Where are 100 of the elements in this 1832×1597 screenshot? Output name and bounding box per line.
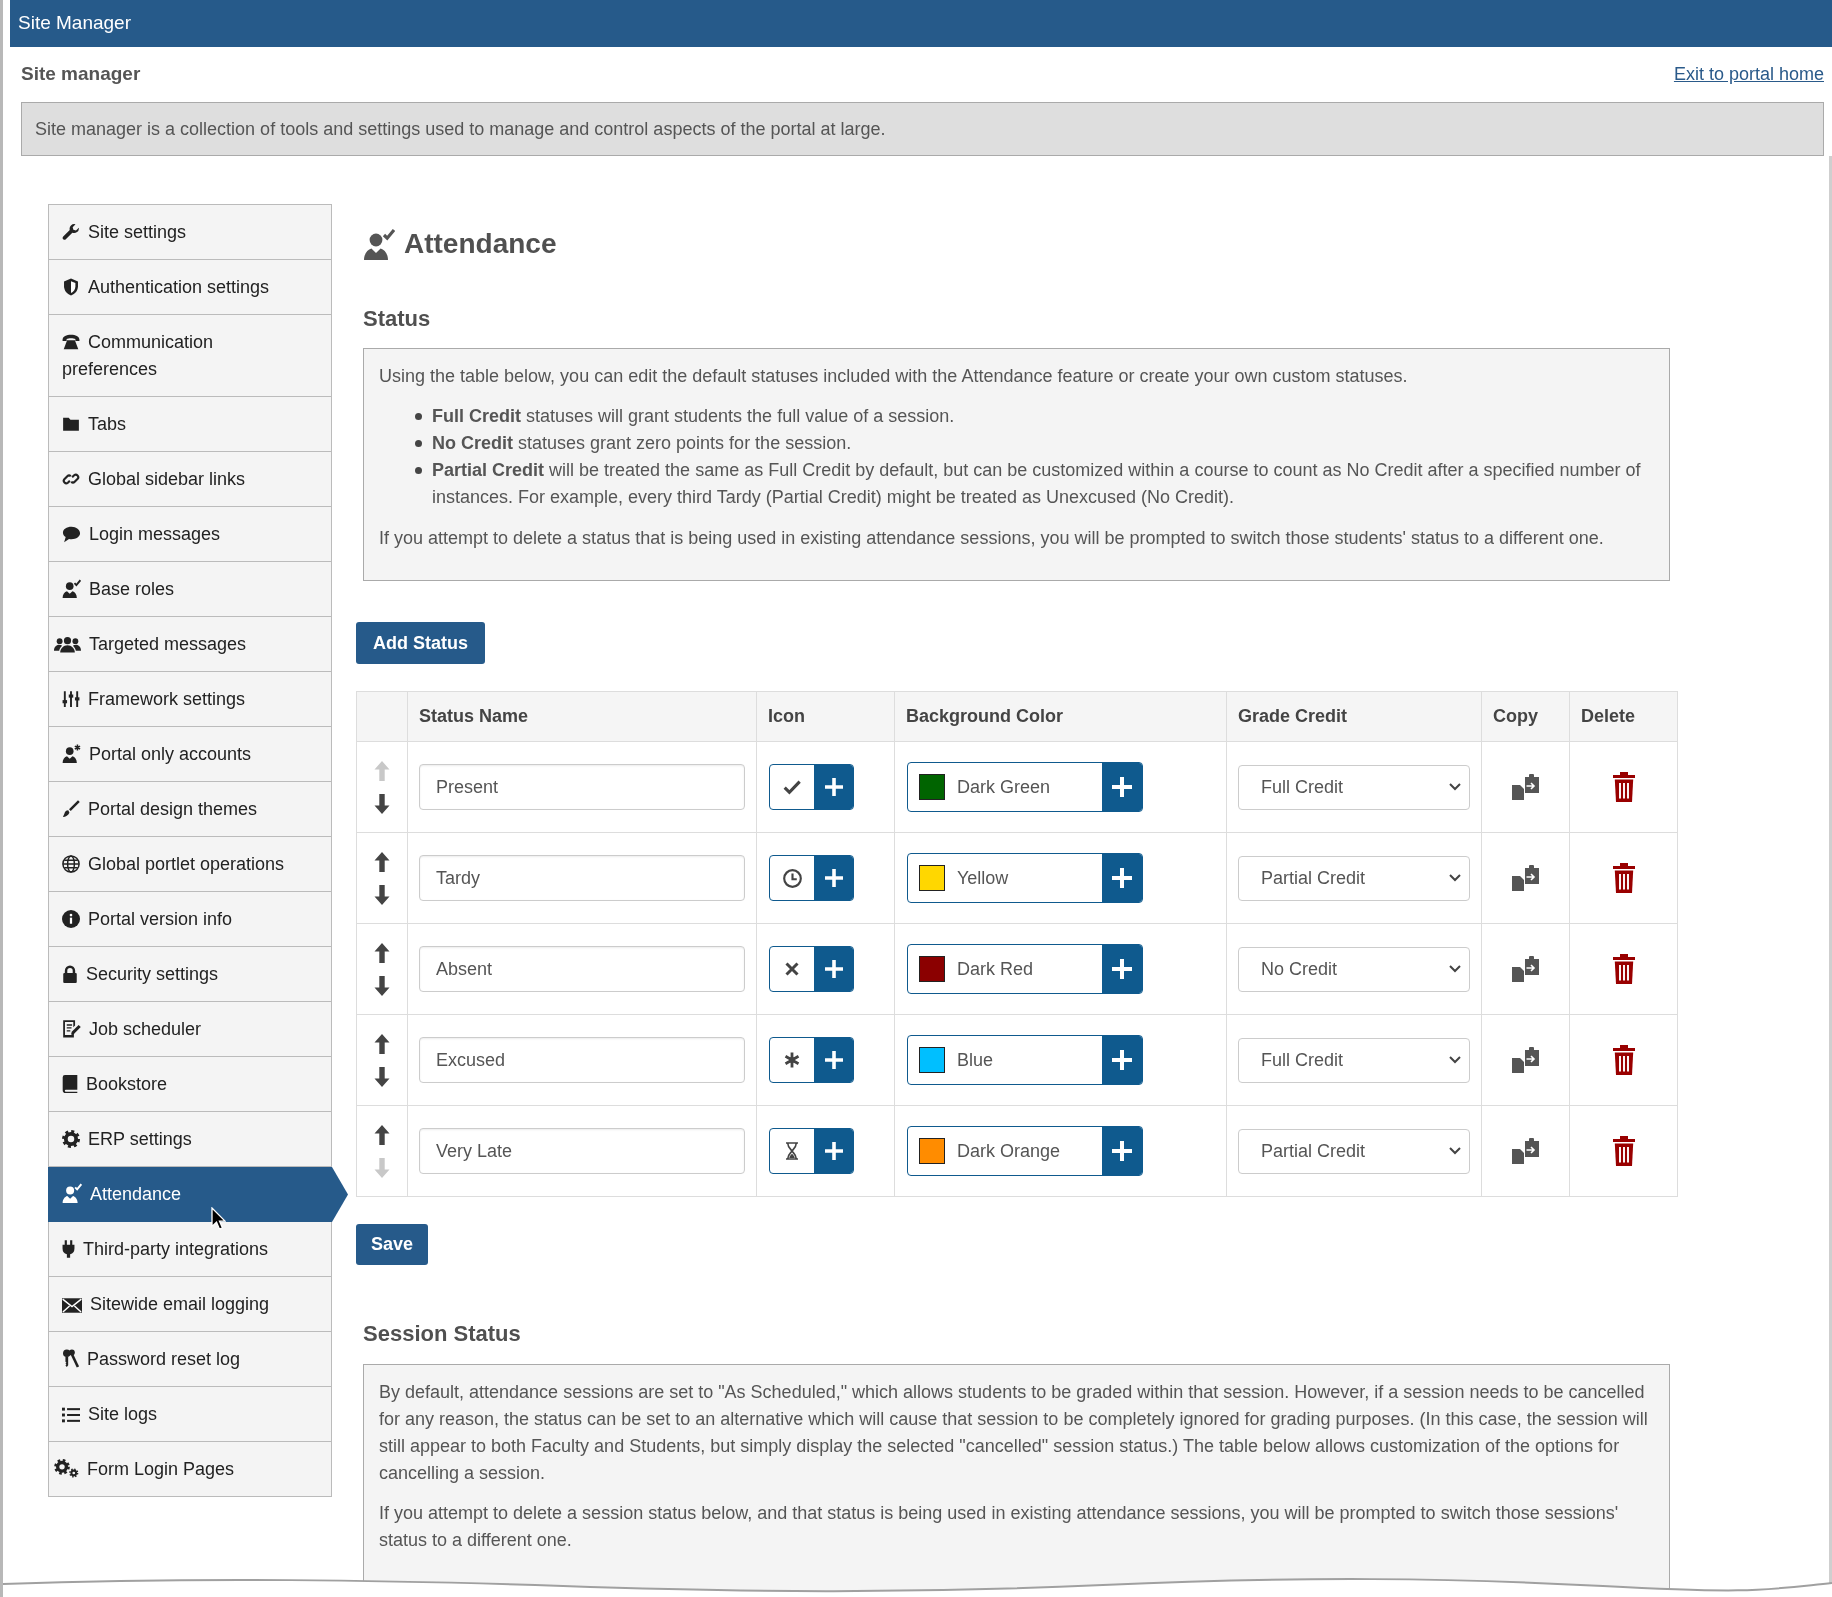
user-check-icon xyxy=(363,228,395,260)
column-header: Grade Credit xyxy=(1226,691,1482,742)
add-icon-button[interactable] xyxy=(814,1129,853,1173)
grade-credit-select[interactable]: Partial Credit xyxy=(1238,855,1470,901)
arrow-down-icon[interactable] xyxy=(374,1066,390,1087)
bullet-text: Partial Credit will be treated the same as Full Credit by default, but can be customized within a course to count as No Credit after a specified number of instances. For example, every third Tardy (Partial Credit) might be treated as Unexcused (No Credit). xyxy=(432,459,1642,509)
arrow-down-icon[interactable] xyxy=(374,884,390,905)
copy-icon[interactable] xyxy=(1512,956,1539,982)
grade-credit-select[interactable]: Partial Credit xyxy=(1238,1128,1470,1174)
sidebar-item[interactable]: Login messages xyxy=(48,507,332,562)
sidebar-item[interactable]: Communication preferences xyxy=(48,315,332,397)
color-name: Blue xyxy=(957,1048,994,1072)
hourglass-icon xyxy=(785,1142,799,1160)
add-color-button[interactable] xyxy=(1102,763,1142,811)
grade-credit-select[interactable]: No Credit xyxy=(1238,946,1470,992)
column-header: Background Color xyxy=(894,691,1227,742)
envelope-icon xyxy=(62,1298,82,1313)
sidebar-item[interactable]: Attendance xyxy=(48,1167,348,1222)
sidebar-item[interactable]: Base roles xyxy=(48,562,332,617)
info-text: If you attempt to delete a status that is being used in existing attendance sessions, you will be prompted to switch those students' status to a different one. xyxy=(379,527,1605,550)
sidebar-item[interactable]: Bookstore xyxy=(48,1057,332,1112)
status-name-input[interactable]: Very Late xyxy=(419,1128,745,1174)
sidebar-item[interactable]: Third-party integrations xyxy=(48,1222,332,1277)
plus-icon xyxy=(1112,959,1132,979)
status-name-input[interactable]: Absent xyxy=(419,946,745,992)
sidebar-item[interactable]: Tabs xyxy=(48,397,332,452)
sidebar-item[interactable]: Site logs xyxy=(48,1387,332,1442)
telephone-icon xyxy=(62,333,80,351)
chevron-down-icon xyxy=(1449,874,1461,882)
grade-credit-select[interactable]: Full Credit xyxy=(1238,764,1470,810)
add-icon-button[interactable] xyxy=(814,765,853,809)
window-title: Site Manager xyxy=(18,11,131,36)
plus-icon xyxy=(824,960,843,978)
user-check-icon xyxy=(62,579,81,598)
trash-icon[interactable] xyxy=(1612,1136,1635,1166)
plug-icon xyxy=(62,1240,75,1258)
copy-icon[interactable] xyxy=(1512,865,1539,891)
user-check-icon xyxy=(62,1183,82,1203)
arrow-up-icon[interactable] xyxy=(374,851,390,872)
sidebar-item[interactable]: Job scheduler xyxy=(48,1002,332,1057)
sidebar-item[interactable]: Global sidebar links xyxy=(48,452,332,507)
sidebar-item[interactable]: Targeted messages xyxy=(48,617,332,672)
plus-icon xyxy=(824,869,843,887)
copy-icon[interactable] xyxy=(1512,1138,1539,1164)
page-title: Site manager xyxy=(21,62,141,87)
sidebar-item[interactable]: Global portlet operations xyxy=(48,837,332,892)
add-color-button[interactable] xyxy=(1102,945,1142,993)
keys-icon xyxy=(62,1349,79,1368)
plus-icon xyxy=(824,1051,843,1069)
chevron-down-icon xyxy=(1449,783,1461,791)
trash-icon[interactable] xyxy=(1612,1045,1635,1075)
color-name: Dark Red xyxy=(957,957,1034,981)
grade-credit-select[interactable]: Full Credit xyxy=(1238,1037,1470,1083)
sidebar-item[interactable]: ERP settings xyxy=(48,1112,332,1167)
sidebar-item[interactable]: Portal version info xyxy=(48,892,332,947)
add-color-button[interactable] xyxy=(1102,1127,1142,1175)
trash-icon[interactable] xyxy=(1612,863,1635,893)
user-asterisk-icon xyxy=(62,744,81,763)
add-icon-button[interactable] xyxy=(814,856,853,900)
add-color-button[interactable] xyxy=(1102,854,1142,902)
sidebar-item[interactable]: Portal only accounts xyxy=(48,727,332,782)
status-name-input[interactable]: Excused xyxy=(419,1037,745,1083)
sidebar-item[interactable]: Security settings xyxy=(48,947,332,1002)
sidebar-item[interactable]: Password reset log xyxy=(48,1332,332,1387)
sidebar-item[interactable]: Form Login Pages xyxy=(48,1442,332,1497)
wrench-icon xyxy=(62,223,80,241)
add-icon-button[interactable] xyxy=(814,1038,853,1082)
sidebar-item[interactable]: Portal design themes xyxy=(48,782,332,837)
book-icon xyxy=(62,1075,78,1093)
sidebar-item[interactable]: Authentication settings xyxy=(48,260,332,315)
arrow-down-icon[interactable] xyxy=(374,975,390,996)
edit-document-icon xyxy=(62,1019,81,1038)
column-header: Icon xyxy=(756,691,895,742)
sidebar-item[interactable]: Sitewide email logging xyxy=(48,1277,332,1332)
bullet-icon xyxy=(415,467,422,474)
column-header: Delete xyxy=(1569,691,1678,742)
sidebar-item[interactable]: Framework settings xyxy=(48,672,332,727)
sidebar-item[interactable]: Site settings xyxy=(48,205,332,260)
add-color-button[interactable] xyxy=(1102,1036,1142,1084)
trash-icon[interactable] xyxy=(1612,954,1635,984)
arrow-up-icon[interactable] xyxy=(374,942,390,963)
status-name-input[interactable]: Present xyxy=(419,764,745,810)
brush-icon xyxy=(62,800,80,818)
copy-icon[interactable] xyxy=(1512,774,1539,800)
add-icon-button[interactable] xyxy=(814,947,853,991)
color-name: Yellow xyxy=(957,866,1009,890)
status-name-input[interactable]: Tardy xyxy=(419,855,745,901)
bullet-icon xyxy=(415,440,422,447)
add-status-button[interactable]: Add Status xyxy=(356,622,485,664)
trash-icon[interactable] xyxy=(1612,772,1635,802)
save-button[interactable]: Save xyxy=(356,1224,429,1265)
arrow-up-icon[interactable] xyxy=(374,1124,390,1145)
exit-link[interactable]: Exit to portal home xyxy=(1673,61,1824,88)
info-text: By default, attendance sessions are set to "As Scheduled," which allows students to be graded within that session. However, if a session needs to be cancelled for any reason, the status can be set to an alternative which will cause that session to be completely ignored for grading purposes. (In this case, the session will still appear to both Faculty and Students, but simply display the selected "cancelled" session status.) The table below allows customization of the options for cancelling a session. xyxy=(379,1381,1649,1485)
plus-icon xyxy=(824,778,843,796)
copy-icon[interactable] xyxy=(1512,1047,1539,1073)
cross-icon xyxy=(784,961,800,977)
arrow-up-icon[interactable] xyxy=(374,1033,390,1054)
shield-icon xyxy=(62,278,80,296)
arrow-down-icon[interactable] xyxy=(374,793,390,814)
